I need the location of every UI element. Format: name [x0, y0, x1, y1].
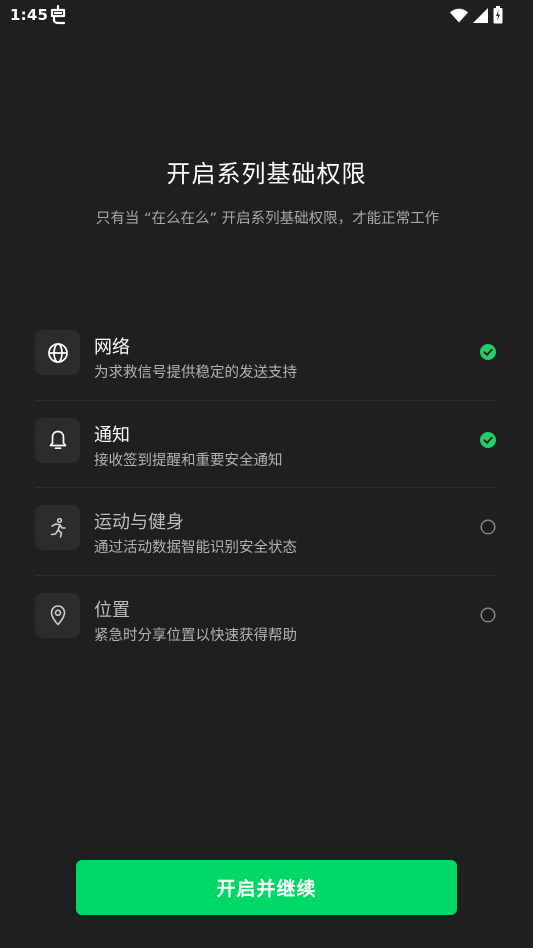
page-subtitle: 只有当 “在么在么” 开启系列基础权限，才能正常工作	[95, 211, 440, 227]
permission-description: 通过活动数据智能识别安全状态	[94, 540, 297, 556]
globe-icon	[35, 330, 80, 375]
permission-description: 接收签到提醒和重要安全通知	[94, 452, 283, 469]
permission-name: 运动与健身	[94, 512, 184, 533]
permission-list: 网络 为求救信号提供稳定的发送支持 通知 接收签到提醒和重要安全通知 运动与健身…	[35, 313, 498, 663]
check-circle-icon	[480, 344, 496, 360]
unchecked-circle-icon[interactable]	[480, 519, 496, 535]
permission-name: 网络	[94, 337, 130, 358]
permission-description: 为求救信号提供稳定的发送支持	[94, 365, 297, 381]
check-circle-icon	[480, 431, 496, 448]
running-person-icon	[35, 505, 80, 550]
permission-item-notification[interactable]: 通知 接收签到提醒和重要安全通知	[35, 401, 498, 488]
battery-icon	[493, 6, 503, 24]
status-bar: 1:45	[0, 0, 533, 32]
permission-description: 紧急时分享位置以快速获得帮助	[94, 627, 297, 644]
signal-icon	[473, 7, 488, 23]
enable-and-continue-button[interactable]: 开启并继续	[76, 860, 457, 915]
status-icons	[450, 6, 503, 24]
permission-item-fitness[interactable]: 运动与健身 通过活动数据智能识别安全状态	[35, 488, 498, 576]
page-title: 开启系列基础权限	[166, 160, 367, 188]
permission-item-location[interactable]: 位置 紧急时分享位置以快速获得帮助	[35, 576, 498, 664]
permission-item-network[interactable]: 网络 为求救信号提供稳定的发送支持	[35, 313, 498, 401]
permission-name: 位置	[94, 599, 130, 621]
location-pin-icon	[35, 592, 80, 638]
permission-name: 通知	[94, 424, 130, 446]
status-time: 1:45	[10, 6, 49, 24]
app-notification-icon	[49, 4, 67, 25]
bell-icon	[35, 417, 80, 463]
wifi-icon	[450, 8, 468, 23]
unchecked-circle-icon[interactable]	[480, 606, 496, 623]
